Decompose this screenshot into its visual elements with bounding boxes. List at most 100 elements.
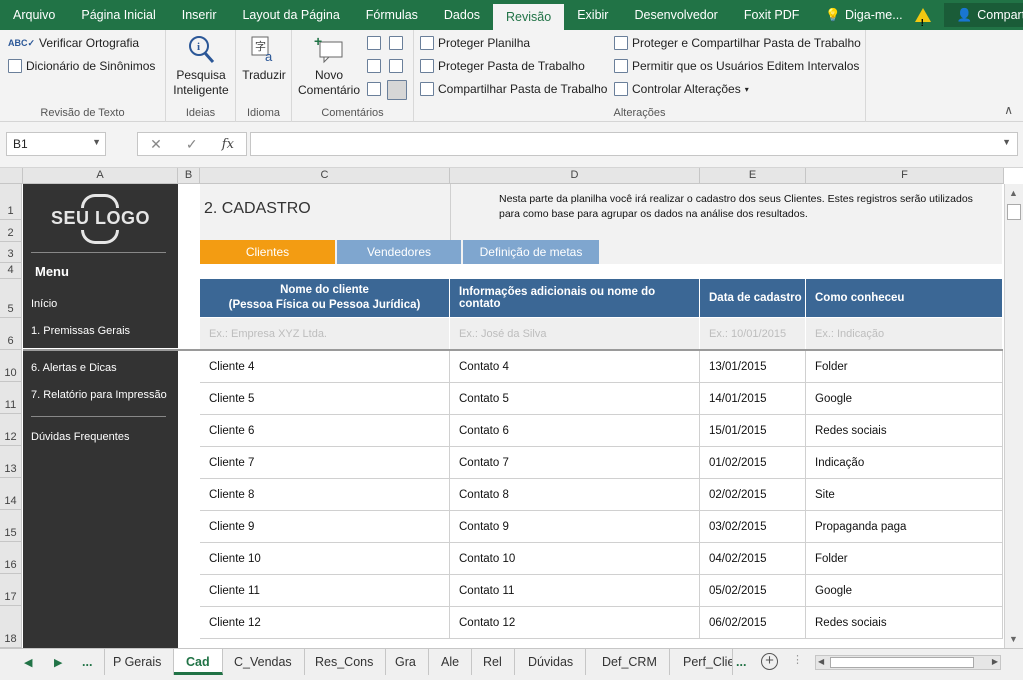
- expand-formula-icon[interactable]: ▼: [1002, 137, 1011, 147]
- sidebar-item-premissas[interactable]: 1. Premissas Gerais: [31, 325, 130, 337]
- sheet-tab-duvidas[interactable]: Dúvidas: [516, 649, 587, 675]
- cell-data-cadastro[interactable]: 06/02/2015: [700, 607, 806, 639]
- sidebar-item-relatorio[interactable]: 7. Relatório para Impressão: [31, 389, 167, 401]
- sidebar-item-inicio[interactable]: Início: [31, 298, 57, 310]
- sheet-tab-more-right[interactable]: ...: [724, 649, 758, 675]
- row-header-13[interactable]: 13: [0, 446, 22, 478]
- column-header-c[interactable]: C: [200, 168, 450, 184]
- cell-nome-cliente[interactable]: Cliente 9: [200, 511, 450, 543]
- name-box[interactable]: B1 ▼: [6, 132, 106, 156]
- cell-contato[interactable]: Contato 9: [450, 511, 700, 543]
- cell-data-cadastro[interactable]: 05/02/2015: [700, 575, 806, 607]
- horizontal-scrollbar[interactable]: ◀ ▶: [815, 655, 1001, 670]
- row-header-3[interactable]: 3: [0, 242, 22, 263]
- row-header-2[interactable]: 2: [0, 220, 22, 242]
- row-header-14[interactable]: 14: [0, 478, 22, 510]
- sidebar-item-duvidas[interactable]: Dúvidas Frequentes: [31, 431, 129, 443]
- scroll-thumb[interactable]: [830, 657, 974, 668]
- formula-input[interactable]: ▼: [250, 132, 1018, 156]
- cell-como-conheceu[interactable]: Google: [806, 383, 1003, 415]
- column-header-b[interactable]: B: [178, 168, 200, 184]
- sidebar-item-alertas[interactable]: 6. Alertas e Dicas: [31, 362, 117, 374]
- previous-sheet-icon[interactable]: ◀: [24, 656, 32, 669]
- cell-nome-cliente[interactable]: Cliente 6: [200, 415, 450, 447]
- cell-data-cadastro[interactable]: 02/02/2015: [700, 479, 806, 511]
- tab-pagina-inicial[interactable]: Página Inicial: [68, 0, 168, 30]
- smart-lookup-button[interactable]: i Pesquisa Inteligente: [170, 34, 232, 98]
- tab-formulas[interactable]: Fórmulas: [353, 0, 431, 30]
- cell-data-cadastro[interactable]: 15/01/2015: [700, 415, 806, 447]
- share-workbook-button[interactable]: Compartilhar Pasta de Trabalho: [420, 82, 607, 96]
- vertical-scrollbar[interactable]: ▲ ▼: [1004, 184, 1023, 648]
- tab-foxit-pdf[interactable]: Foxit PDF: [731, 0, 813, 30]
- cell-como-conheceu[interactable]: Redes sociais: [806, 607, 1003, 639]
- show-comments-icon[interactable]: [389, 59, 403, 73]
- sheet-tab-res-cons[interactable]: Res_Cons: [303, 649, 387, 675]
- cell-como-conheceu[interactable]: Google: [806, 575, 1003, 607]
- cell-como-conheceu[interactable]: Redes sociais: [806, 415, 1003, 447]
- sheet-tab-ale[interactable]: Ale: [429, 649, 473, 675]
- row-header-5[interactable]: 5: [0, 279, 22, 318]
- sheet-tab-cad[interactable]: Cad: [174, 649, 223, 675]
- add-sheet-icon[interactable]: +: [761, 653, 778, 670]
- row-header-4[interactable]: 4: [0, 263, 22, 279]
- scroll-up-icon[interactable]: ▲: [1009, 188, 1018, 198]
- allow-edit-ranges-button[interactable]: Permitir que os Usuários Editem Interval…: [614, 59, 859, 73]
- protect-share-button[interactable]: Proteger e Compartilhar Pasta de Trabalh…: [614, 36, 861, 50]
- row-header-15[interactable]: 15: [0, 510, 22, 542]
- tab-desenvolvedor[interactable]: Desenvolvedor: [621, 0, 730, 30]
- cell-contato[interactable]: Contato 5: [450, 383, 700, 415]
- column-header-f[interactable]: F: [806, 168, 1004, 184]
- tab-arquivo[interactable]: Arquivo: [0, 0, 68, 30]
- tab-exibir[interactable]: Exibir: [564, 0, 621, 30]
- column-header-d[interactable]: D: [450, 168, 700, 184]
- cell-contato[interactable]: Contato 12: [450, 607, 700, 639]
- scroll-thumb[interactable]: [1007, 204, 1021, 220]
- row-header-12[interactable]: 12: [0, 414, 22, 446]
- row-header-11[interactable]: 11: [0, 382, 22, 414]
- cell-contato[interactable]: Contato 7: [450, 447, 700, 479]
- scroll-left-icon[interactable]: ◀: [818, 657, 824, 666]
- cell-data-cadastro[interactable]: 03/02/2015: [700, 511, 806, 543]
- cell-contato[interactable]: Contato 10: [450, 543, 700, 575]
- tab-definicao-metas[interactable]: Definição de metas: [463, 240, 599, 264]
- cell-contato[interactable]: Contato 8: [450, 479, 700, 511]
- select-all-corner[interactable]: [0, 168, 23, 184]
- scroll-right-icon[interactable]: ▶: [992, 657, 998, 666]
- column-header-e[interactable]: E: [700, 168, 806, 184]
- cell-nome-cliente[interactable]: Cliente 10: [200, 543, 450, 575]
- insert-function-icon[interactable]: fx: [222, 137, 234, 152]
- sheet-tab-gra[interactable]: Gra: [383, 649, 429, 675]
- cell-como-conheceu[interactable]: Site: [806, 479, 1003, 511]
- spell-check-button[interactable]: ABC✓ Verificar Ortografia: [8, 36, 139, 50]
- cell-como-conheceu[interactable]: Folder: [806, 351, 1003, 383]
- example-cell-date[interactable]: Ex.: 10/01/2015: [700, 318, 806, 350]
- cell-como-conheceu[interactable]: Propaganda paga: [806, 511, 1003, 543]
- next-sheet-icon[interactable]: ▶: [54, 656, 62, 669]
- share-button[interactable]: 👤 Compartilhar: [943, 3, 1023, 27]
- sheet-tab-def-crm[interactable]: Def_CRM: [590, 649, 670, 675]
- example-cell-name[interactable]: Ex.: Empresa XYZ Ltda.: [200, 318, 450, 350]
- ink-comment-icon[interactable]: [387, 80, 407, 100]
- cell-nome-cliente[interactable]: Cliente 8: [200, 479, 450, 511]
- cell-nome-cliente[interactable]: Cliente 5: [200, 383, 450, 415]
- row-header-17[interactable]: 17: [0, 574, 22, 606]
- cell-data-cadastro[interactable]: 13/01/2015: [700, 351, 806, 383]
- row-header-18[interactable]: 18: [0, 606, 22, 648]
- example-cell-contact[interactable]: Ex.: José da Silva: [450, 318, 700, 350]
- tab-inserir[interactable]: Inserir: [169, 0, 230, 30]
- check-icon[interactable]: ✓: [186, 136, 198, 153]
- chevron-down-icon[interactable]: ▼: [92, 137, 101, 147]
- translate-button[interactable]: 字a Traduzir: [238, 34, 290, 83]
- thesaurus-button[interactable]: Dicionário de Sinônimos: [8, 59, 155, 73]
- previous-comment-icon[interactable]: [367, 59, 381, 73]
- tab-revisao[interactable]: Revisão: [493, 4, 565, 30]
- tab-vendedores[interactable]: Vendedores: [337, 240, 461, 264]
- row-header-6[interactable]: 6: [0, 318, 22, 350]
- sheet-tab-rel[interactable]: Rel: [471, 649, 515, 675]
- cell-como-conheceu[interactable]: Folder: [806, 543, 1003, 575]
- cell-contato[interactable]: Contato 6: [450, 415, 700, 447]
- cell-nome-cliente[interactable]: Cliente 4: [200, 351, 450, 383]
- tell-me-box[interactable]: 💡 Diga-me...: [812, 0, 943, 39]
- cancel-icon[interactable]: ✕: [150, 136, 162, 153]
